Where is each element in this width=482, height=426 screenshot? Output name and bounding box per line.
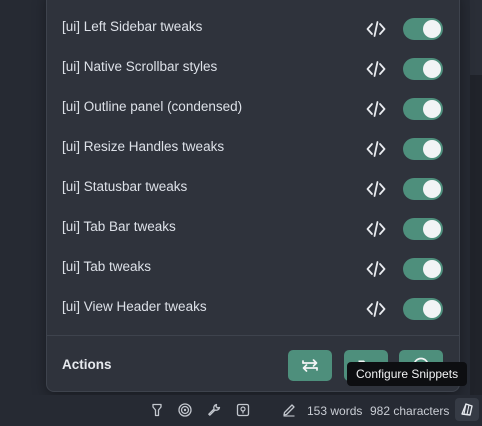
actions-label: Actions (62, 357, 112, 372)
pencil-icon[interactable] (282, 403, 296, 417)
snippet-label: [ui] Outline panel (condensed) (62, 99, 243, 114)
code-icon[interactable] (366, 220, 386, 238)
code-icon[interactable] (366, 180, 386, 198)
toggle-knob (423, 220, 441, 238)
snippet-label: [ui] Left Sidebar tweaks (62, 19, 203, 34)
snippet-toggle[interactable] (403, 218, 443, 240)
snippet-toggle[interactable] (403, 58, 443, 80)
snippet-toggle[interactable] (403, 98, 443, 120)
toggle-knob (423, 20, 441, 38)
code-icon[interactable] (366, 20, 386, 38)
map-pin-icon[interactable] (236, 403, 250, 417)
snippet-label: [ui] Statusbar tweaks (62, 179, 188, 194)
snippet-row: [ui] Native Scrollbar styles (47, 49, 459, 89)
reload-snippets-button[interactable] (288, 350, 332, 381)
snippet-label: [ui] Native Scrollbar styles (62, 59, 218, 74)
snippet-label: [ui] Tab tweaks (62, 259, 152, 274)
toggle-knob (423, 140, 441, 158)
code-icon[interactable] (366, 100, 386, 118)
snippet-row: [ui] Tab Bar tweaks (47, 209, 459, 249)
reload-icon (302, 359, 318, 372)
toggle-knob (423, 260, 441, 278)
toggle-knob (423, 180, 441, 198)
snippet-row: [ui] Tab tweaks (47, 249, 459, 289)
code-icon[interactable] (366, 300, 386, 318)
snippet-row: [ui] View Header tweaks (47, 289, 459, 329)
configure-snippets-button[interactable] (455, 398, 479, 421)
snippets-popup: [ui] Left Sidebar tweaks [ui] Native Scr… (46, 0, 460, 392)
snippet-list: [ui] Left Sidebar tweaks [ui] Native Scr… (47, 9, 459, 329)
background-pane-dark (470, 75, 482, 395)
wrench-icon[interactable] (207, 403, 221, 417)
flashlight-icon[interactable] (150, 403, 164, 417)
snippet-label: [ui] View Header tweaks (62, 299, 207, 314)
actions-divider (47, 335, 459, 336)
snippet-row: [ui] Resize Handles tweaks (47, 129, 459, 169)
toggle-knob (423, 60, 441, 78)
code-icon[interactable] (366, 260, 386, 278)
snippet-toggle[interactable] (403, 258, 443, 280)
word-count: 153 words (307, 404, 363, 418)
snippet-toggle[interactable] (403, 298, 443, 320)
snippet-label: [ui] Resize Handles tweaks (62, 139, 225, 154)
snippet-toggle[interactable] (403, 138, 443, 160)
toggle-knob (423, 100, 441, 118)
snippet-toggle[interactable] (403, 18, 443, 40)
toggle-knob (423, 300, 441, 318)
code-icon[interactable] (366, 140, 386, 158)
snippet-label: [ui] Tab Bar tweaks (62, 219, 176, 234)
snippet-row: [ui] Left Sidebar tweaks (47, 9, 459, 49)
snippet-toggle[interactable] (403, 178, 443, 200)
character-count: 982 characters (370, 404, 450, 418)
configure-snippets-tooltip: Configure Snippets (347, 362, 468, 386)
code-icon[interactable] (366, 60, 386, 78)
paintbrush-icon (461, 403, 473, 416)
target-icon[interactable] (178, 403, 192, 417)
snippet-row: [ui] Statusbar tweaks (47, 169, 459, 209)
snippet-row: [ui] Outline panel (condensed) (47, 89, 459, 129)
